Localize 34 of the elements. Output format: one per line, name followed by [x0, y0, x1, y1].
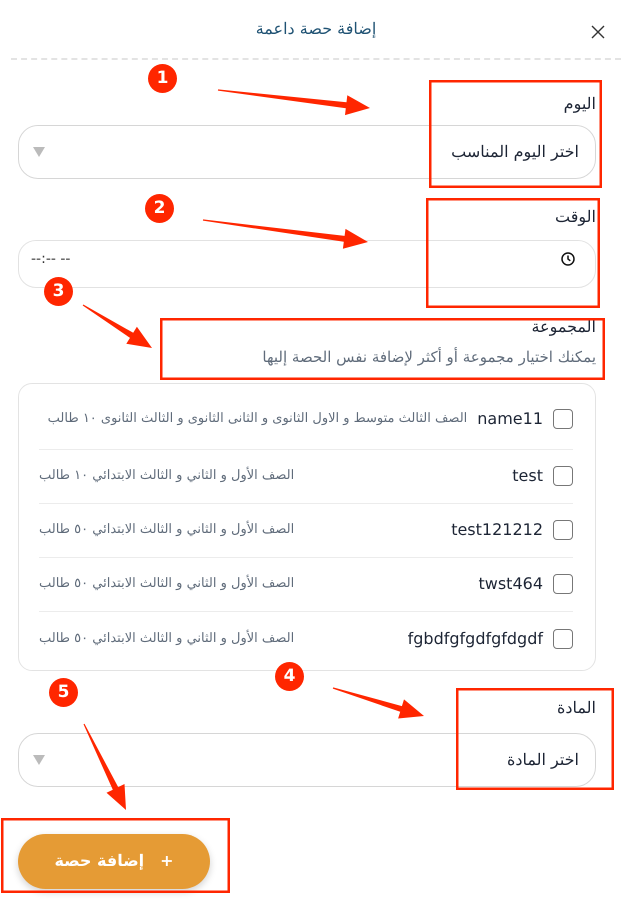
step-number-marker: 4	[275, 662, 304, 691]
checkbox[interactable]	[553, 574, 573, 594]
group-name: fgbdfgfgdfgfdgdf	[408, 628, 543, 650]
day-select[interactable]: اختر اليوم المناسب	[18, 125, 596, 179]
group-name: twst464	[478, 573, 543, 595]
step-number-marker: 3	[44, 277, 73, 306]
close-button[interactable]	[590, 24, 606, 40]
group-name: test121212	[451, 519, 543, 541]
dialog-title: إضافة حصة داعمة	[254, 18, 378, 40]
checkbox[interactable]	[553, 628, 573, 648]
field-label: المجموعة	[531, 316, 596, 338]
field-label: اليوم	[564, 93, 596, 115]
field-label: المادة	[557, 696, 596, 718]
group-description: الصف الأول و الثاني و الثالث الابتدائي ٥٠ طالب	[39, 575, 294, 593]
group-name: name11	[477, 408, 543, 430]
group-description: الصف الثالث متوسط و الاول الثانوى و الثانى الثانوى و الثالث الثانوى ١٠ طالب	[48, 410, 468, 428]
checkbox[interactable]	[553, 520, 573, 540]
pointer-arrow	[82, 304, 152, 348]
group-name: test	[512, 465, 543, 487]
group-description: الصف الأول و الثاني و الثالث الابتدائي ٥٠ طالب	[39, 521, 294, 539]
step-number-marker: 1	[148, 64, 177, 93]
checkbox[interactable]	[553, 466, 573, 486]
step-number-marker: 5	[49, 678, 78, 707]
subject-select[interactable]: اختر المادة	[18, 732, 596, 786]
clock-icon	[561, 252, 575, 266]
checkbox[interactable]	[553, 409, 573, 429]
group-description: الصف الأول و الثاني و الثالث الابتدائي ٥٠ طالب	[39, 630, 294, 648]
caret-icon	[33, 754, 45, 764]
close-icon	[590, 24, 606, 40]
step-number-marker: 2	[145, 194, 174, 223]
group-description: الصف الأول و الثاني و الثالث الابتدائي ١٠ طالب	[39, 467, 294, 485]
field-hint: يمكنك اختيار مجموعة أو أكثر لإضافة نفس الحصة إليها	[261, 346, 596, 368]
field-label: الوقت	[555, 206, 596, 228]
caret-icon	[33, 147, 45, 157]
